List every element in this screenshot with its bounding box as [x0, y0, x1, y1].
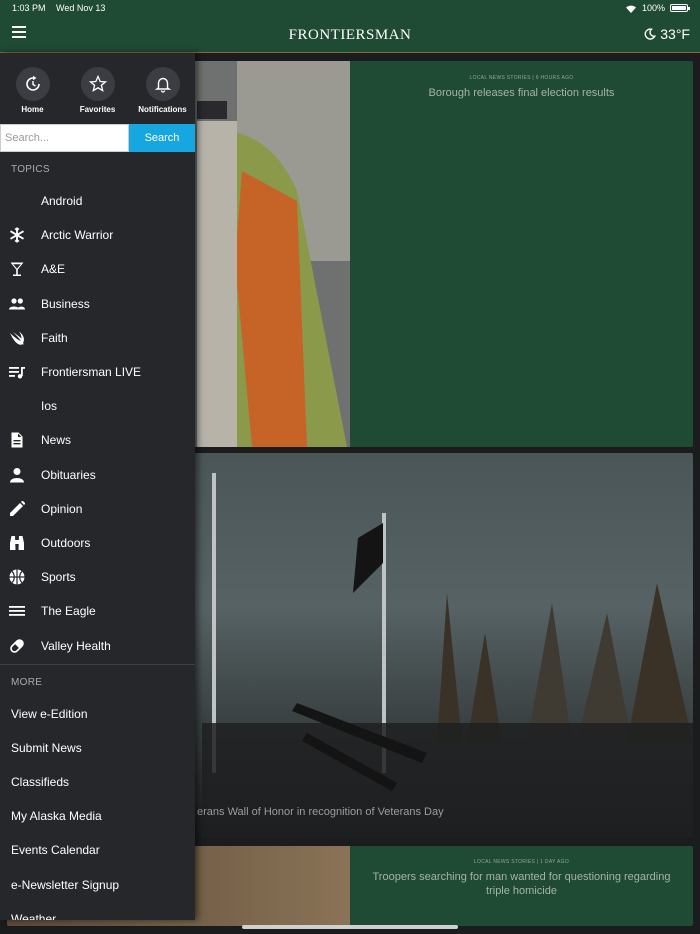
document-icon — [0, 432, 41, 448]
home-indicator[interactable] — [242, 925, 458, 929]
navigation-drawer: Home Favorites Notifications Search TOPI… — [0, 53, 195, 920]
notifications-label: Notifications — [138, 105, 187, 114]
story-text-panel: LOCAL NEWS STORIES | 6 HOURS AGO Borough… — [350, 61, 693, 447]
pill-icon — [0, 638, 41, 654]
topic-label: Outdoors — [41, 535, 91, 550]
topic-obituaries[interactable]: Obituaries — [0, 458, 195, 492]
swift-bird-icon — [0, 330, 41, 346]
moon-icon — [644, 28, 657, 40]
topic-faith[interactable]: Faith — [0, 321, 195, 355]
menu-lines-icon — [0, 603, 41, 619]
more-weather[interactable]: Weather — [0, 902, 195, 920]
more-events-calendar[interactable]: Events Calendar — [0, 833, 195, 867]
topic-label: Sports — [41, 570, 76, 585]
frontiersman-logo[interactable]: FRONTIERSMAN — [0, 27, 700, 44]
topics-heading: TOPICS — [11, 164, 50, 175]
more-list: View e-Edition Submit News Classifieds M… — [0, 697, 195, 920]
topic-business[interactable]: Business — [0, 287, 195, 321]
topic-frontiersman-live[interactable]: Frontiersman LIVE — [0, 355, 195, 389]
temperature: 33°F — [660, 26, 690, 42]
topic-label: Valley Health — [41, 638, 111, 653]
quick-actions: Home Favorites Notifications — [0, 53, 195, 123]
topic-android[interactable]: Android — [0, 184, 195, 218]
topic-label: A&E — [41, 262, 66, 277]
battery-icon — [670, 4, 690, 12]
app-screen: 1:03 PM Wed Nov 13 100% FRONTIERSMAN 33°… — [0, 0, 700, 934]
more-submit-news[interactable]: Submit News — [0, 731, 195, 765]
battery-percent: 100% — [641, 3, 665, 13]
home-button[interactable]: Home — [3, 67, 63, 123]
favorites-button[interactable]: Favorites — [68, 67, 128, 123]
story-kicker: LOCAL NEWS STORIES | 6 HOURS AGO — [469, 75, 574, 81]
story-caption[interactable]: erans Wall of Honor in recognition of Ve… — [197, 806, 444, 818]
topic-news[interactable]: News — [0, 423, 195, 457]
refresh-icon — [15, 67, 50, 101]
search-button[interactable]: Search — [129, 124, 195, 152]
wifi-icon — [625, 5, 636, 13]
more-view-e-edition[interactable]: View e-Edition — [0, 697, 195, 731]
home-label: Home — [21, 105, 44, 114]
story-kicker: LOCAL NEWS STORIES | 1 DAY AGO — [473, 859, 570, 865]
weather-widget[interactable]: 33°F — [644, 26, 690, 42]
person-icon — [0, 467, 41, 483]
status-date: Wed Nov 13 — [56, 3, 106, 13]
more-classifieds[interactable]: Classifieds — [0, 765, 195, 799]
search-row: Search — [0, 124, 195, 152]
story-headline[interactable]: Borough releases final election results — [350, 86, 693, 100]
topic-opinion[interactable]: Opinion — [0, 492, 195, 526]
topic-sports[interactable]: Sports — [0, 560, 195, 594]
more-heading: MORE — [11, 676, 43, 688]
topic-label: Obituaries — [41, 467, 96, 482]
topic-ios[interactable]: Ios — [0, 389, 195, 423]
binoculars-icon — [0, 535, 41, 551]
snowflake-icon — [0, 227, 41, 243]
status-bar-left: 1:03 PM Wed Nov 13 — [12, 3, 113, 13]
playlist-icon — [0, 364, 41, 380]
more-e-newsletter-signup[interactable]: e-Newsletter Signup — [0, 868, 195, 902]
topic-arctic-warrior[interactable]: Arctic Warrior — [0, 218, 195, 252]
topic-label: Ios — [41, 399, 58, 414]
people-icon — [0, 296, 41, 312]
topic-label: News — [41, 433, 72, 448]
basketball-icon — [0, 569, 41, 585]
topic-outdoors[interactable]: Outdoors — [0, 526, 195, 560]
status-time: 1:03 PM — [12, 3, 46, 13]
topic-label: Opinion — [41, 501, 83, 516]
topics-list: Android Arctic Warrior A&E Business Fait… — [0, 184, 195, 663]
story-headline[interactable]: Troopers searching for man wanted for qu… — [350, 870, 693, 898]
cocktail-icon — [0, 261, 41, 277]
story-text-panel: LOCAL NEWS STORIES | 1 DAY AGO Troopers … — [350, 846, 693, 926]
topic-label: Business — [41, 296, 90, 311]
star-icon — [80, 67, 115, 101]
favorites-label: Favorites — [79, 105, 116, 114]
status-bar-right: 100% — [625, 3, 690, 13]
topic-label: The Eagle — [41, 604, 96, 619]
more-my-alaska-media[interactable]: My Alaska Media — [0, 799, 195, 833]
notifications-button[interactable]: Notifications — [133, 67, 193, 123]
search-input[interactable] — [0, 124, 129, 152]
topic-label: Arctic Warrior — [41, 228, 114, 243]
topic-the-eagle[interactable]: The Eagle — [0, 594, 195, 628]
bell-icon — [145, 67, 180, 101]
top-bar: 1:03 PM Wed Nov 13 100% FRONTIERSMAN 33°… — [0, 0, 700, 53]
topic-label: Faith — [41, 330, 68, 345]
pencil-icon — [0, 500, 41, 517]
topic-label: Android — [41, 194, 83, 209]
topic-ae[interactable]: A&E — [0, 252, 195, 286]
topic-label: Frontiersman LIVE — [41, 365, 142, 380]
topic-valley-health[interactable]: Valley Health — [0, 628, 195, 662]
